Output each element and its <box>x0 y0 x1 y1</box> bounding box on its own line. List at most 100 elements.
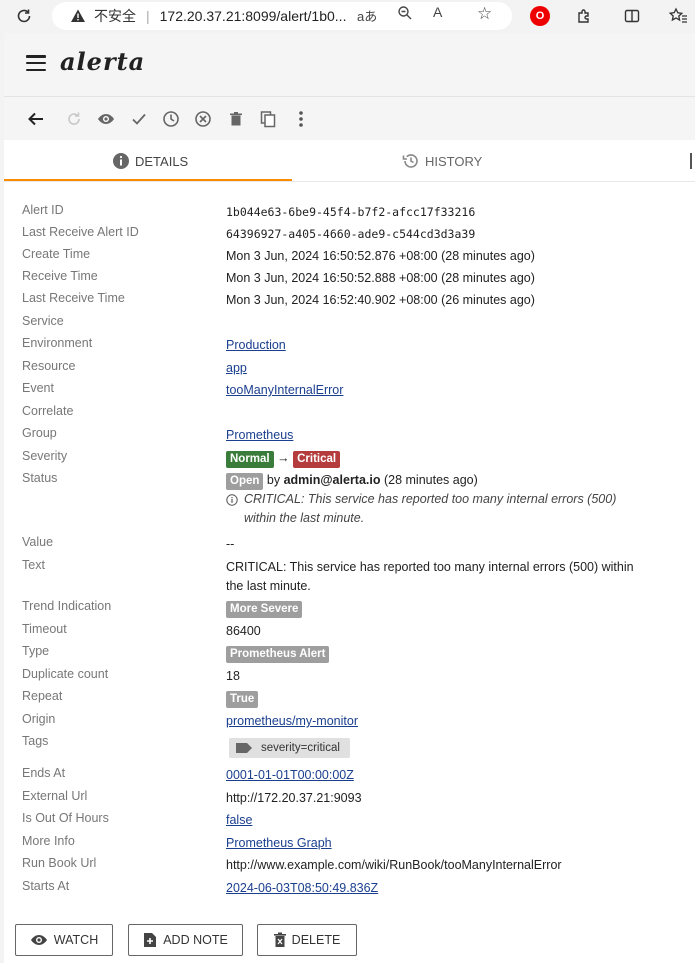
refresh-icon[interactable] <box>62 107 86 131</box>
detail-label: Status <box>22 471 58 485</box>
tab-history[interactable]: HISTORY <box>402 140 482 182</box>
extensions-icon[interactable] <box>572 4 596 28</box>
detail-label: Last Receive Time <box>22 291 125 305</box>
add-note-button-label: ADD NOTE <box>163 933 228 947</box>
reader-view-icon[interactable]: aあ <box>357 6 377 25</box>
browser-toolbar: 不安全 | 172.20.37.21:8099/alert/1b0... aあ … <box>0 0 695 33</box>
detail-label: Resource <box>22 359 76 373</box>
watch-eye-icon[interactable] <box>94 107 118 131</box>
trend-badge: More Severe <box>226 601 303 618</box>
detail-label: Starts At <box>22 879 70 893</box>
close-circle-icon[interactable] <box>191 107 215 131</box>
detail-label: Environment <box>22 336 93 350</box>
detail-value: http://172.20.37.21:9093 <box>226 791 362 805</box>
detail-label: Type <box>22 644 50 658</box>
detail-value: http://www.example.com/wiki/RunBook/tooM… <box>226 858 562 872</box>
severity-arrow: → <box>277 451 290 465</box>
tag-chip-text: severity=critical <box>261 741 340 754</box>
detail-label: Run Book Url <box>22 856 97 870</box>
repeat-badge: True <box>226 691 259 708</box>
tab-bar: DETAILS HISTORY <box>4 140 695 182</box>
app-bar: alerta <box>4 33 695 96</box>
detail-label: Origin <box>22 712 56 726</box>
tab-details-label: DETAILS <box>135 153 189 169</box>
status-note: CRITICAL: This service has reported too … <box>244 492 617 525</box>
back-arrow-icon[interactable] <box>24 107 48 131</box>
shelve-clock-icon[interactable] <box>159 107 183 131</box>
url-text: 172.20.37.21:8099/alert/1b0... <box>159 8 347 24</box>
eye-icon <box>30 935 47 945</box>
watch-button[interactable]: WATCH <box>15 924 113 956</box>
out-of-hours-link[interactable]: false <box>226 813 252 827</box>
detail-label: External Url <box>22 789 88 803</box>
detail-label: Service <box>22 314 64 328</box>
more-vert-icon[interactable] <box>289 107 313 131</box>
detail-label: Tags <box>22 734 49 748</box>
copy-icon[interactable] <box>256 107 280 131</box>
more-info-link[interactable]: Prometheus Graph <box>226 836 332 850</box>
info-outline-icon <box>226 494 238 506</box>
detail-label: Group <box>22 426 57 440</box>
active-tab-indicator <box>4 179 292 181</box>
warning-icon <box>70 8 86 24</box>
add-note-button[interactable]: ADD NOTE <box>128 924 243 956</box>
trash-icon <box>273 932 286 947</box>
detail-label: Value <box>22 535 54 549</box>
alert-toolbar <box>4 96 695 140</box>
note-add-icon <box>144 933 157 947</box>
acknowledge-check-icon[interactable] <box>127 107 151 131</box>
read-aloud-icon[interactable]: A <box>433 4 442 20</box>
detail-label: Correlate <box>22 404 74 418</box>
severity-to-badge: Critical <box>293 451 341 468</box>
detail-label: Duplicate count <box>22 667 109 681</box>
detail-label: Repeat <box>22 689 63 703</box>
zoom-icon[interactable] <box>397 5 413 25</box>
favorites-icon[interactable] <box>666 4 690 28</box>
detail-value: CRITICAL: This service has reported too … <box>226 560 634 593</box>
info-icon <box>113 153 129 169</box>
scroll-edge <box>690 153 692 169</box>
app-logo: alerta <box>60 47 146 76</box>
history-icon <box>402 154 418 168</box>
detail-label: Text <box>22 558 45 572</box>
detail-label: Timeout <box>22 622 67 636</box>
label-tag-icon <box>236 743 252 753</box>
reload-icon[interactable] <box>12 4 36 28</box>
detail-value: Mon 3 Jun, 2024 16:52:40.902 +08:00 (26 … <box>226 293 535 307</box>
type-badge: Prometheus Alert <box>226 646 330 663</box>
detail-label: Trend Indication <box>22 599 112 613</box>
tab-history-label: HISTORY <box>425 153 483 169</box>
event-link[interactable]: tooManyInternalError <box>226 383 343 397</box>
origin-link[interactable]: prometheus/my-monitor <box>226 714 358 728</box>
detail-label: More Info <box>22 834 75 848</box>
menu-icon[interactable] <box>26 55 46 71</box>
split-screen-icon[interactable] <box>620 4 644 28</box>
delete-button[interactable]: DELETE <box>257 924 357 956</box>
watch-button-label: WATCH <box>53 933 99 947</box>
status-badge: Open <box>226 473 264 490</box>
detail-value: 18 <box>226 669 240 683</box>
adblock-shield-icon[interactable]: O <box>530 6 550 26</box>
favorite-star-icon[interactable]: ☆ <box>477 4 492 24</box>
ends-at-link[interactable]: 0001-01-01T00:00:00Z <box>226 768 354 782</box>
tag-chip[interactable]: severity=critical <box>229 738 350 758</box>
group-link[interactable]: Prometheus <box>226 428 293 442</box>
detail-value: -- <box>226 537 235 551</box>
detail-value: 64396927-a405-4660-ade9-c544cd3d3a39 <box>226 227 476 241</box>
detail-value: Mon 3 Jun, 2024 16:50:52.888 +08:00 (28 … <box>226 271 535 285</box>
environment-link[interactable]: Production <box>226 338 286 352</box>
detail-label: Receive Time <box>22 269 98 283</box>
status-user: admin@alerta.io <box>283 473 381 487</box>
status-by: by <box>266 473 281 487</box>
detail-value: 1b044e63-6be9-45f4-b7f2-afcc17f33216 <box>226 205 476 219</box>
delete-button-label: DELETE <box>291 933 341 947</box>
delete-trash-icon[interactable] <box>224 107 248 131</box>
detail-label: Alert ID <box>22 203 64 217</box>
resource-link[interactable]: app <box>226 361 247 375</box>
tab-details[interactable]: DETAILS <box>112 140 188 182</box>
status-ago: (28 minutes ago) <box>383 473 478 487</box>
detail-label: Last Receive Alert ID <box>22 225 139 239</box>
starts-at-link[interactable]: 2024-06-03T08:50:49.836Z <box>226 881 378 895</box>
address-bar[interactable]: 不安全 | 172.20.37.21:8099/alert/1b0... aあ … <box>52 2 512 30</box>
severity-from-badge: Normal <box>226 451 274 468</box>
